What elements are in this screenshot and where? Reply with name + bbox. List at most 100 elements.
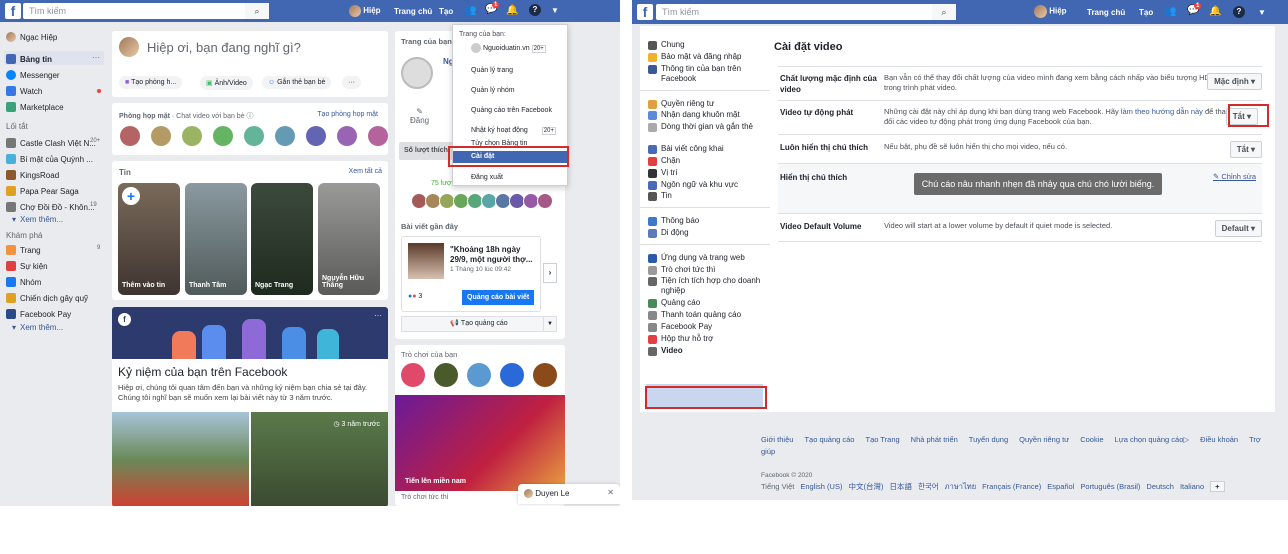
language-link[interactable]: Português (Brasil) <box>1080 482 1140 491</box>
footer-link[interactable]: Quyền riêng tư <box>1019 435 1069 444</box>
sidebar-item-book[interactable]: Tin <box>648 191 764 202</box>
sidebar-item-gear[interactable]: Chung <box>648 40 764 50</box>
instructions-link[interactable]: làm theo hướng dẫn này <box>1121 107 1203 116</box>
language-link[interactable]: 한국어 <box>918 482 939 491</box>
page-avatar[interactable] <box>401 57 433 89</box>
game-icon[interactable] <box>401 363 425 387</box>
footer-link[interactable]: Điều khoản <box>1200 435 1238 444</box>
friend-avatar[interactable] <box>182 126 202 146</box>
sidebar-shortcut[interactable]: KingsRoad <box>6 170 59 180</box>
see-all-stories-link[interactable]: Xem tất cả <box>349 168 382 175</box>
create-ad-dropdown-icon[interactable]: ▼ <box>543 316 557 332</box>
game-icon[interactable] <box>500 363 524 387</box>
more-button[interactable]: ··· <box>342 76 361 89</box>
sidebar-item-film[interactable]: Video <box>648 346 764 356</box>
language-link[interactable]: Español <box>1047 482 1074 491</box>
language-link[interactable]: English (US) <box>800 482 842 491</box>
close-icon[interactable]: ✕ <box>607 488 614 497</box>
friend-avatar[interactable] <box>275 126 295 146</box>
friend-avatar[interactable] <box>213 126 233 146</box>
sidebar-item-messenger[interactable]: Messenger <box>6 70 60 80</box>
next-arrow-icon[interactable]: › <box>543 263 557 283</box>
friend-avatar[interactable] <box>120 126 140 146</box>
footer-link[interactable]: Tạo quảng cáo <box>804 435 854 444</box>
see-more-shortcuts[interactable]: ▾ Xem thêm... <box>12 215 63 224</box>
footer-link[interactable]: Tuyển dụng <box>969 435 1008 444</box>
edit-captions-link[interactable]: ✎ Chỉnh sửa <box>1213 172 1256 181</box>
friend-avatar[interactable] <box>244 126 264 146</box>
chat-tab[interactable]: Duyen Le ✕ <box>518 484 620 504</box>
sidebar-item-timeline[interactable]: Dòng thời gian và gắn thẻ <box>648 122 764 133</box>
sidebar-item-shield[interactable]: Bảo mật và đăng nhập <box>648 52 764 62</box>
sidebar-item-watch[interactable]: Watch <box>6 86 42 96</box>
language-link[interactable]: 中文(台灣) <box>848 482 883 491</box>
sidebar-profile[interactable]: Ngạc Hiệp <box>6 32 57 42</box>
photo-video-button[interactable]: ▣ Ảnh/Video <box>200 76 253 90</box>
create-room-button[interactable]: ■ Tạo phòng h... <box>119 76 183 89</box>
story-item[interactable]: Thanh Tâm <box>185 183 247 295</box>
sidebar-shortcut[interactable]: Chợ Đồi Đồ - Khôn... <box>6 202 95 212</box>
create-link[interactable]: Tạo <box>439 7 453 16</box>
footer-link[interactable]: Nhà phát triển <box>911 435 958 444</box>
language-link[interactable]: Italiano <box>1180 482 1204 491</box>
story-item[interactable]: Ngạc Trang <box>251 183 313 295</box>
sidebar-item-card[interactable]: Facebook Pay <box>648 322 764 332</box>
game-icon[interactable] <box>434 363 458 387</box>
sidebar-item-integration[interactable]: Tiện ích tích hợp cho doanh nghiệp <box>648 276 764 296</box>
memory-photo[interactable]: ◷ 3 năm trước <box>251 412 388 506</box>
story-add[interactable]: + Thêm vào tin <box>118 183 180 295</box>
home-link[interactable]: Trang chủ <box>1087 8 1125 17</box>
friend-avatar[interactable] <box>368 126 388 146</box>
sidebar-item-lock[interactable]: Quyền riêng tư <box>648 99 764 109</box>
sidebar-item-language[interactable]: Ngôn ngữ và khu vực <box>648 180 764 190</box>
sidebar-item-face[interactable]: Nhận dạng khuôn mặt <box>648 110 764 121</box>
sidebar-item-ads[interactable]: Quảng cáo <box>648 298 764 309</box>
language-link[interactable]: 日本語 <box>889 482 912 491</box>
help-icon[interactable]: ? <box>1233 6 1245 18</box>
account-menu-chevron-icon[interactable]: ▼ <box>551 6 559 15</box>
tag-friends-button[interactable]: ☺ Gắn thẻ bạn bè <box>262 76 332 89</box>
sidebar-item-news-feed[interactable]: Bảng tin <box>6 54 52 64</box>
sidebar-item-mobile[interactable]: Di động <box>648 228 764 238</box>
search-input[interactable]: Tìm kiếm ⌕ <box>23 3 269 19</box>
game-icon[interactable] <box>533 363 557 387</box>
bell-icon[interactable]: 🔔 <box>506 5 518 16</box>
post-button[interactable]: ✎ Đăng <box>410 107 429 125</box>
memory-photo[interactable] <box>112 412 249 506</box>
profile-link[interactable]: Hiệp <box>1034 5 1067 18</box>
info-icon[interactable]: ⓘ <box>247 113 254 120</box>
footer-link[interactable]: Giới thiệu <box>761 435 793 444</box>
game-banner[interactable]: Tiến lên miền nam <box>395 395 565 491</box>
search-input[interactable]: Tìm kiếm ⌕ <box>656 4 956 20</box>
sidebar-shortcut[interactable]: Castle Clash Việt N... <box>6 138 96 148</box>
sidebar-item-facebook[interactable]: Thông tin của bạn trên Facebook <box>648 64 764 84</box>
friends-icon[interactable]: 👥 <box>464 5 476 16</box>
create-room-link[interactable]: Tạo phòng họp mặt <box>317 111 378 118</box>
sidebar-item-marketplace[interactable]: Marketplace <box>6 102 64 112</box>
create-ad-button[interactable]: 📢 Tạo quảng cáo <box>401 316 557 332</box>
sidebar-explore-item[interactable]: Chiến dịch gây quỹ <box>6 293 88 303</box>
profile-link[interactable]: Hiệp <box>349 5 381 17</box>
menu-item-facebook-ads[interactable]: Quảng cáo trên Facebook <box>471 107 552 114</box>
recent-post-card[interactable]: "Khoảng 18h ngày 29/9, một người thợ... … <box>401 236 541 312</box>
search-icon[interactable]: ⌕ <box>932 4 956 20</box>
footer-link[interactable]: Cookie <box>1080 435 1103 444</box>
more-languages-button[interactable]: + <box>1210 481 1225 492</box>
menu-item-activity-log[interactable]: Nhật ký hoạt động 20+ <box>471 127 556 135</box>
sidebar-explore-item[interactable]: Trang <box>6 245 41 255</box>
footer-link[interactable]: Lựa chọn quảng cáo <box>1115 435 1184 444</box>
sidebar-item-location[interactable]: Vị trí <box>648 168 764 178</box>
story-item[interactable]: Nguyễn Hữu Thắng <box>318 183 380 295</box>
account-menu-chevron-icon[interactable]: ▼ <box>1258 8 1266 17</box>
footer-link[interactable]: Tạo Trang <box>865 435 899 444</box>
menu-item-manage-groups[interactable]: Quản lý nhóm <box>471 87 515 94</box>
friends-icon[interactable]: 👥 <box>1164 6 1176 17</box>
menu-item-manage-pages[interactable]: Quản lý trang <box>471 67 513 74</box>
composer-input[interactable]: Hiệp ơi, bạn đang nghĩ gì? <box>147 40 301 55</box>
menu-item-log-out[interactable]: Đăng xuất <box>471 174 503 181</box>
see-more-explore[interactable]: ▾ Xem thêm... <box>12 323 63 332</box>
more-options-icon[interactable]: ··· <box>374 311 382 320</box>
bell-icon[interactable]: 🔔 <box>1209 6 1221 17</box>
dropdown-page-item[interactable]: Nguoiduatin.vn 20+ <box>471 43 546 53</box>
sidebar-item-globe[interactable]: Thông báo <box>648 216 764 227</box>
